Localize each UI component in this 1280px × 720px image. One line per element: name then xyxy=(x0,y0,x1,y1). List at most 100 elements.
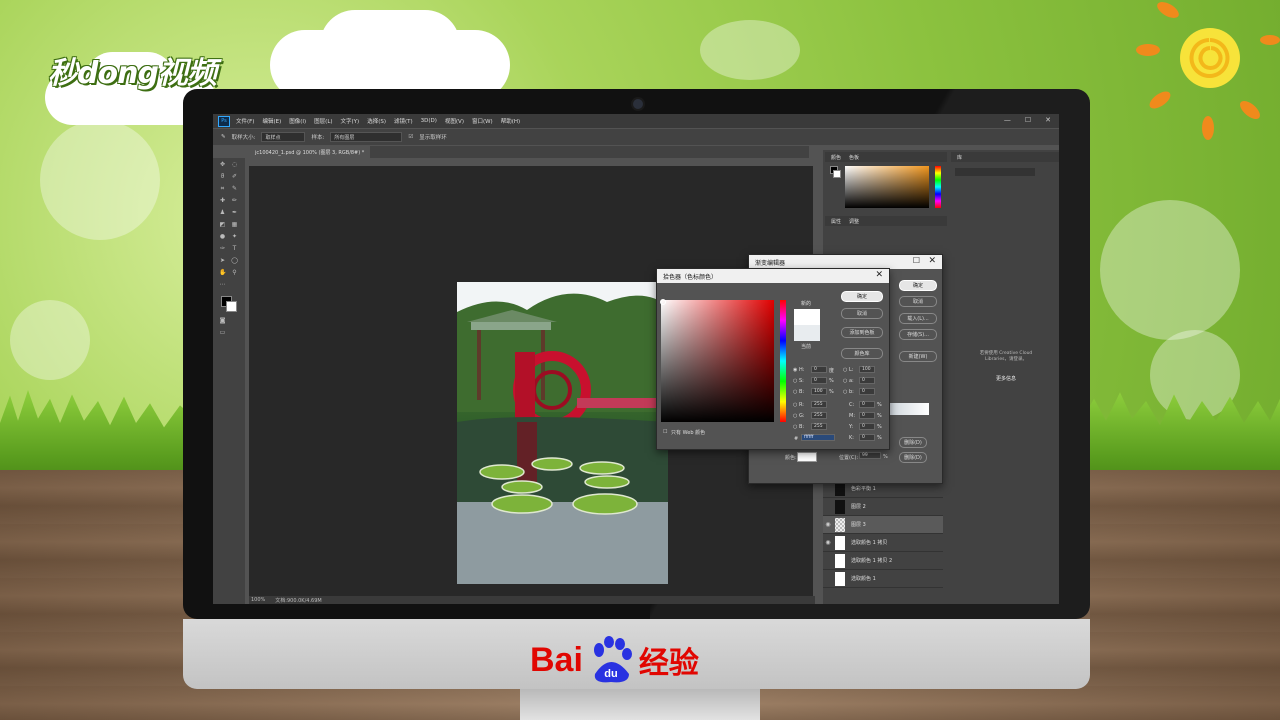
layer-row[interactable]: ◉ 选取颜色 1 拷贝 xyxy=(823,534,943,552)
a-input[interactable]: 0 xyxy=(859,377,875,384)
sample-select[interactable]: 所有图层 xyxy=(330,132,403,142)
library-select[interactable] xyxy=(955,168,1035,176)
document-tab[interactable]: jc100420_1.psd @ 100% (图层 3, RGB/8#) * xyxy=(249,146,371,158)
brush-tool-icon[interactable]: ✏ xyxy=(231,198,238,204)
lab-b-radio[interactable]: ○ b: xyxy=(843,389,854,395)
menu-file[interactable]: 文件(F) xyxy=(236,117,254,125)
menu-image[interactable]: 图像(I) xyxy=(289,117,306,125)
crop-tool-icon[interactable]: ⌗ xyxy=(219,186,226,192)
m-input[interactable]: 0 xyxy=(859,412,875,419)
screen-mode-icon[interactable]: ▭ xyxy=(219,330,226,336)
gradient-stop-color-swatch[interactable] xyxy=(797,452,817,462)
background-color-swatch[interactable] xyxy=(226,301,237,312)
pen-tool-icon[interactable]: ✑ xyxy=(219,246,226,252)
hex-input[interactable]: ffffff xyxy=(801,434,835,441)
eyedropper-icon[interactable]: ✎ xyxy=(231,186,238,192)
tab-swatches[interactable]: 色板 xyxy=(849,154,859,161)
gradient-delete-button-top[interactable]: 删除(D) xyxy=(899,437,927,448)
tab-libraries[interactable]: 库 xyxy=(957,154,962,161)
h-radio[interactable]: ◉ H: xyxy=(793,367,804,373)
hue-slider[interactable] xyxy=(935,166,941,208)
move-tool-icon[interactable]: ✥ xyxy=(219,162,226,168)
menu-help[interactable]: 帮助(H) xyxy=(501,117,520,125)
zoom-tool-icon[interactable]: ⚲ xyxy=(231,270,238,276)
only-web-checkbox[interactable]: ☐ xyxy=(663,429,667,435)
tab-adjustments[interactable]: 调整 xyxy=(849,218,859,225)
a-radio[interactable]: ○ a: xyxy=(843,378,854,384)
menu-3d[interactable]: 3D(D) xyxy=(421,118,437,124)
gradient-new-button[interactable]: 新建(W) xyxy=(899,351,937,362)
panel-background-swatch[interactable] xyxy=(833,170,841,178)
g-input[interactable]: 255 xyxy=(811,412,827,419)
healing-tool-icon[interactable]: ✚ xyxy=(219,198,226,204)
close-icon[interactable]: ✕ xyxy=(928,256,936,266)
close-icon[interactable]: ✕ xyxy=(875,270,883,280)
s-input[interactable]: 0 xyxy=(811,377,827,384)
layer-row[interactable]: 选取颜色 1 拷贝 2 xyxy=(823,552,943,570)
quick-select-icon[interactable]: ✐ xyxy=(231,174,238,180)
gradient-location-input[interactable]: 99 xyxy=(859,452,881,459)
color-libraries-button[interactable]: 颜色库 xyxy=(841,348,883,359)
current-color-swatch[interactable] xyxy=(794,325,820,341)
quick-mask-icon[interactable]: ◙ xyxy=(219,318,226,324)
menu-filter[interactable]: 滤镜(T) xyxy=(394,117,413,125)
eraser-tool-icon[interactable]: ◩ xyxy=(219,222,226,228)
gradient-tool-icon[interactable]: ▦ xyxy=(231,222,238,228)
menu-layer[interactable]: 图层(L) xyxy=(314,117,332,125)
eye-icon[interactable]: ◉ xyxy=(823,521,833,528)
tab-color[interactable]: 颜色 xyxy=(831,154,841,161)
gradient-preview-bar[interactable] xyxy=(889,403,929,415)
gradient-cancel-button[interactable]: 取消 xyxy=(899,296,937,307)
g-radio[interactable]: ○ G: xyxy=(793,413,805,419)
history-brush-icon[interactable]: ✒ xyxy=(231,210,238,216)
gradient-save-button[interactable]: 存储(S)... xyxy=(899,329,937,340)
maximize-icon[interactable]: ☐ xyxy=(1025,116,1031,124)
c-input[interactable]: 0 xyxy=(859,401,875,408)
blue-input[interactable]: 255 xyxy=(811,423,827,430)
hand-tool-icon[interactable]: ✋ xyxy=(219,270,226,276)
lasso-tool-icon[interactable]: ϑ xyxy=(219,174,226,180)
layer-row[interactable]: 选取颜色 1 xyxy=(823,570,943,588)
menu-edit[interactable]: 编辑(E) xyxy=(262,117,281,125)
y-input[interactable]: 0 xyxy=(859,423,875,430)
r-input[interactable]: 255 xyxy=(811,401,827,408)
color-ok-button[interactable]: 确定 xyxy=(841,291,883,302)
layer-row-selected[interactable]: ◉ 图层 3 xyxy=(823,516,943,534)
l-radio[interactable]: ○ L: xyxy=(843,367,853,373)
path-select-icon[interactable]: ➤ xyxy=(219,258,226,264)
color-field[interactable] xyxy=(845,166,929,208)
r-radio[interactable]: ○ R: xyxy=(793,402,804,408)
blue-radio[interactable]: ○ B: xyxy=(793,424,804,430)
layer-row[interactable]: 图层 2 xyxy=(823,498,943,516)
gradient-load-button[interactable]: 载入(L)... xyxy=(899,313,937,324)
blur-tool-icon[interactable]: ● xyxy=(219,234,226,240)
show-ring-checkbox[interactable]: ☑ xyxy=(408,134,413,140)
add-to-swatches-button[interactable]: 添加到色板 xyxy=(841,327,883,338)
more-tools-icon[interactable]: ⋯ xyxy=(219,282,226,288)
lab-b-input[interactable]: 0 xyxy=(859,388,875,395)
menu-window[interactable]: 窗口(W) xyxy=(472,117,493,125)
b-input[interactable]: 100 xyxy=(811,388,827,395)
hue-strip[interactable] xyxy=(780,300,786,422)
color-picker-field[interactable] xyxy=(661,300,774,422)
color-cancel-button[interactable]: 取消 xyxy=(841,308,883,319)
type-tool-icon[interactable]: T xyxy=(231,246,238,252)
h-input[interactable]: 0 xyxy=(811,366,827,373)
marquee-tool-icon[interactable]: ◌ xyxy=(231,162,238,168)
minimize-icon[interactable]: — xyxy=(1004,116,1011,124)
b-radio[interactable]: ○ B: xyxy=(793,389,804,395)
tab-properties[interactable]: 属性 xyxy=(831,218,841,225)
shape-tool-icon[interactable]: ◯ xyxy=(231,258,238,264)
gradient-delete-button[interactable]: 删除(D) xyxy=(899,452,927,463)
s-radio[interactable]: ○ S: xyxy=(793,378,804,384)
menu-select[interactable]: 选择(S) xyxy=(367,117,386,125)
stamp-tool-icon[interactable]: ♟ xyxy=(219,210,226,216)
menu-type[interactable]: 文字(Y) xyxy=(341,117,360,125)
close-icon[interactable]: ✕ xyxy=(1045,116,1051,124)
l-input[interactable]: 100 xyxy=(859,366,875,373)
eye-icon[interactable]: ◉ xyxy=(823,539,833,546)
sample-size-select[interactable]: 取样点 xyxy=(261,132,306,142)
menu-view[interactable]: 视图(V) xyxy=(445,117,464,125)
eyedropper-tool-icon[interactable]: ✎ xyxy=(221,134,226,140)
maximize-icon[interactable]: ☐ xyxy=(913,256,920,265)
